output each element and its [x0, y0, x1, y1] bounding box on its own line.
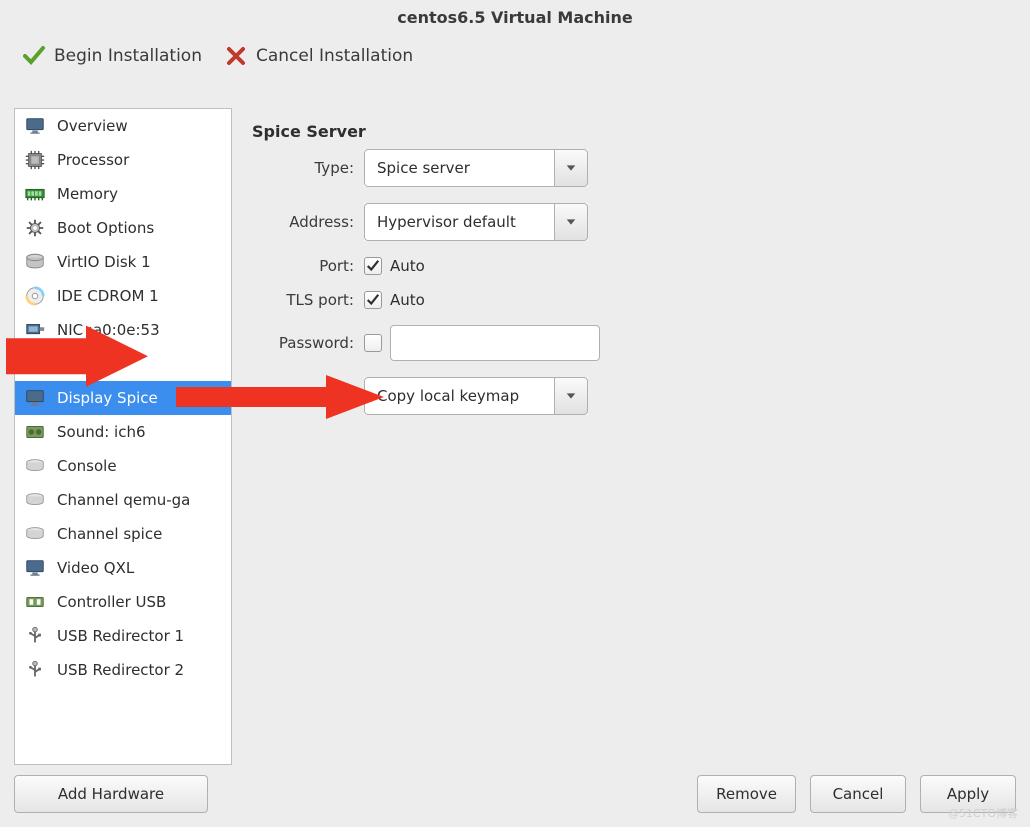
cancel-x-icon	[224, 45, 248, 67]
details-pane: Spice Server Type: Spice server Address:…	[232, 108, 1016, 765]
sidebar-item-memory[interactable]: Memory	[15, 177, 231, 211]
remove-button[interactable]: Remove	[697, 775, 796, 813]
sidebar-item-label: Channel spice	[57, 525, 162, 543]
field-type: Type: Spice server	[250, 149, 998, 187]
address-value: Hypervisor default	[364, 203, 554, 241]
console-icon	[23, 523, 47, 545]
sidebar-item-label: USB Redirector 2	[57, 661, 184, 679]
address-dropdown-button[interactable]	[554, 203, 588, 241]
keymap-dropdown-button[interactable]	[554, 377, 588, 415]
sidebar-item-label: Console	[57, 457, 117, 475]
begin-install-label: Begin Installation	[54, 46, 202, 66]
sidebar-item-label: Processor	[57, 151, 129, 169]
type-combo[interactable]: Spice server	[364, 149, 588, 187]
ram-icon	[23, 183, 47, 205]
window-title: centos6.5 Virtual Machine	[0, 0, 1030, 27]
toolbar: Begin Installation Cancel Installation	[0, 27, 1030, 81]
sidebar-item-nic[interactable]: NIC :a0:0e:53	[15, 313, 231, 347]
sidebar-item-usbredir2[interactable]: USB Redirector 2	[15, 653, 231, 687]
usbctrl-icon	[23, 591, 47, 613]
sidebar-item-label: Display Spice	[57, 389, 158, 407]
pane-title: Spice Server	[252, 122, 998, 141]
gear-icon	[23, 217, 47, 239]
content-area: Overview Processor Memory Boot Options VirtI…	[14, 108, 1016, 765]
console-icon	[23, 489, 47, 511]
sound-icon	[23, 421, 47, 443]
port-auto-label: Auto	[390, 257, 425, 275]
monitor-icon	[23, 387, 47, 409]
sidebar-item-video[interactable]: Video QXL	[15, 551, 231, 585]
nic-icon	[23, 319, 47, 341]
sidebar-item-display[interactable]: Display Spice	[15, 381, 231, 415]
tlsport-auto-label: Auto	[390, 291, 425, 309]
sidebar-item-tablet[interactable]: Tablet	[15, 347, 231, 381]
vm-details-window: centos6.5 Virtual Machine Begin Installa…	[0, 0, 1030, 827]
sidebar-item-sound[interactable]: Sound: ich6	[15, 415, 231, 449]
password-label: Password:	[250, 334, 364, 352]
add-hardware-button[interactable]: Add Hardware	[14, 775, 208, 813]
sidebar-item-label: Video QXL	[57, 559, 134, 577]
password-input[interactable]	[390, 325, 600, 361]
check-ok-icon	[22, 45, 46, 67]
monitor-icon	[23, 115, 47, 137]
tlsport-auto-checkbox[interactable]	[364, 291, 382, 309]
tablet-icon	[23, 353, 47, 375]
cancel-button[interactable]: Cancel	[810, 775, 906, 813]
console-icon	[23, 455, 47, 477]
tlsport-label: TLS port:	[250, 291, 364, 309]
type-label: Type:	[250, 159, 364, 177]
sidebar-item-boot[interactable]: Boot Options	[15, 211, 231, 245]
field-port: Port: Auto	[250, 257, 998, 275]
usb-icon	[23, 659, 47, 681]
sidebar-item-label: Controller USB	[57, 593, 166, 611]
footer: Add Hardware Remove Cancel Apply	[14, 775, 1016, 813]
begin-installation-button[interactable]: Begin Installation	[22, 45, 202, 67]
sidebar-item-label: IDE CDROM 1	[57, 287, 159, 305]
sidebar-item-ctrl-usb[interactable]: Controller USB	[15, 585, 231, 619]
sidebar-item-cdrom1[interactable]: IDE CDROM 1	[15, 279, 231, 313]
type-value: Spice server	[364, 149, 554, 187]
sidebar-item-overview[interactable]: Overview	[15, 109, 231, 143]
sidebar-item-label: Sound: ich6	[57, 423, 146, 441]
type-dropdown-button[interactable]	[554, 149, 588, 187]
sidebar-item-label: Channel qemu-ga	[57, 491, 190, 509]
sidebar-item-label: Overview	[57, 117, 128, 135]
sidebar-item-label: USB Redirector 1	[57, 627, 184, 645]
cancel-install-label: Cancel Installation	[256, 46, 413, 66]
keymap-value: Copy local keymap	[364, 377, 554, 415]
keymap-combo[interactable]: Copy local keymap	[364, 377, 588, 415]
sidebar-item-label: NIC :a0:0e:53	[57, 321, 160, 339]
port-label: Port:	[250, 257, 364, 275]
cd-icon	[23, 285, 47, 307]
sidebar-item-label: Memory	[57, 185, 118, 203]
field-keymap: Keymap: Copy local keymap	[250, 377, 998, 415]
sidebar-item-usbredir1[interactable]: USB Redirector 1	[15, 619, 231, 653]
sidebar-item-console[interactable]: Console	[15, 449, 231, 483]
address-combo[interactable]: Hypervisor default	[364, 203, 588, 241]
sidebar-item-disk1[interactable]: VirtIO Disk 1	[15, 245, 231, 279]
sidebar-item-chan-qga[interactable]: Channel qemu-ga	[15, 483, 231, 517]
cancel-installation-button[interactable]: Cancel Installation	[224, 45, 413, 67]
sidebar-item-label: VirtIO Disk 1	[57, 253, 151, 271]
sidebar-item-chan-spice[interactable]: Channel spice	[15, 517, 231, 551]
usb-icon	[23, 625, 47, 647]
hardware-sidebar: Overview Processor Memory Boot Options VirtI…	[14, 108, 232, 765]
address-label: Address:	[250, 213, 364, 231]
port-auto-checkbox[interactable]	[364, 257, 382, 275]
sidebar-item-processor[interactable]: Processor	[15, 143, 231, 177]
disk-icon	[23, 251, 47, 273]
field-password: Password:	[250, 325, 998, 361]
keymap-label: Keymap:	[250, 387, 364, 405]
watermark: @51CTO博客	[948, 805, 1018, 821]
password-enable-checkbox[interactable]	[364, 334, 382, 352]
sidebar-item-label: Tablet	[57, 355, 102, 373]
field-address: Address: Hypervisor default	[250, 203, 998, 241]
sidebar-item-label: Boot Options	[57, 219, 154, 237]
monitor-icon	[23, 557, 47, 579]
field-tlsport: TLS port: Auto	[250, 291, 998, 309]
cpu-icon	[23, 149, 47, 171]
